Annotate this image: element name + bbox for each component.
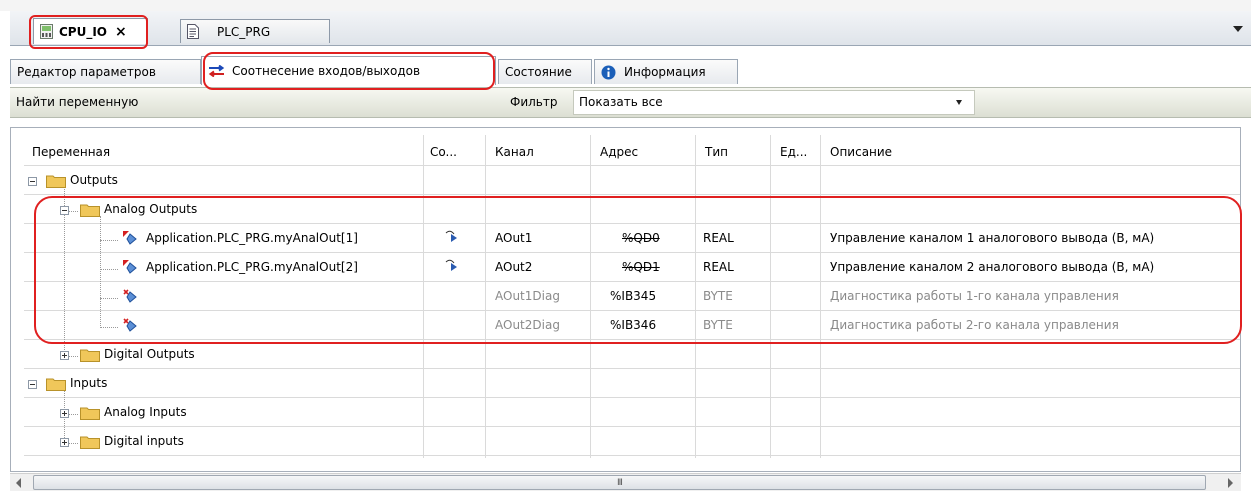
column-header-mapping[interactable]: Co...: [430, 140, 457, 164]
document-icon: [187, 24, 199, 39]
folder-icon: [80, 407, 100, 420]
collapse-inputs[interactable]: [28, 380, 37, 389]
row-divider: [24, 368, 1240, 369]
folder-icon: [46, 175, 66, 188]
folder-icon: [80, 436, 100, 449]
tab-parameter-editor[interactable]: Редактор параметров: [10, 59, 201, 84]
tree-item-inputs[interactable]: Inputs: [70, 369, 107, 398]
scrollbar-grip: III: [617, 478, 623, 488]
chevron-down-icon: [956, 100, 962, 105]
find-variable-button[interactable]: Найти переменную: [14, 90, 140, 114]
tree-item-digital-inputs[interactable]: Digital inputs: [104, 427, 184, 456]
highlight-annotation: [203, 52, 495, 90]
column-header-channel[interactable]: Канал: [495, 140, 534, 164]
column-header-unit[interactable]: Ед...: [780, 140, 807, 164]
column-separator[interactable]: [485, 135, 486, 165]
tab-parameter-editor-label: Редактор параметров: [17, 65, 156, 79]
tab-information[interactable]: Информация: [594, 59, 738, 84]
tab-list-dropdown-icon[interactable]: [1233, 26, 1243, 32]
filter-label: Фильтр: [510, 95, 558, 109]
folder-icon: [46, 378, 66, 391]
filter-select[interactable]: Показать все: [573, 90, 975, 115]
collapse-outputs[interactable]: [28, 177, 37, 186]
filter-select-value: Показать все: [579, 95, 663, 109]
column-header-description[interactable]: Описание: [830, 140, 892, 164]
top-strip: [0, 0, 1251, 11]
column-separator[interactable]: [695, 135, 696, 165]
row-divider: [24, 194, 1240, 195]
tab-plc-prg-label: PLC_PRG: [217, 24, 271, 39]
tab-plc-prg[interactable]: PLC_PRG: [180, 19, 330, 43]
expand-digital-outputs[interactable]: [60, 351, 69, 360]
column-header-variable[interactable]: Переменная: [32, 140, 110, 164]
tree-item-digital-outputs[interactable]: Digital Outputs: [104, 340, 195, 369]
scroll-right-icon[interactable]: [1228, 478, 1233, 488]
column-separator[interactable]: [820, 135, 821, 165]
expand-analog-inputs[interactable]: [60, 409, 69, 418]
column-separator[interactable]: [590, 135, 591, 165]
scroll-left-icon[interactable]: [16, 478, 21, 488]
row-divider: [24, 426, 1240, 427]
tab-state[interactable]: Состояние: [498, 59, 592, 84]
tab-state-label: Состояние: [505, 65, 572, 79]
folder-icon: [80, 349, 100, 362]
column-header-type[interactable]: Тип: [705, 140, 728, 164]
highlight-annotation: [34, 196, 1242, 344]
expand-digital-inputs[interactable]: [60, 438, 69, 447]
row-divider: [24, 397, 1240, 398]
tab-information-label: Информация: [624, 65, 706, 79]
row-divider: [24, 165, 1240, 166]
row-divider: [24, 455, 1240, 456]
column-header-address[interactable]: Адрес: [600, 140, 638, 164]
tree-item-outputs[interactable]: Outputs: [70, 166, 118, 195]
column-separator[interactable]: [423, 135, 424, 165]
tree-item-analog-inputs[interactable]: Analog Inputs: [104, 398, 187, 427]
info-icon: [601, 65, 616, 79]
highlight-annotation: [29, 15, 148, 49]
column-separator[interactable]: [770, 135, 771, 165]
